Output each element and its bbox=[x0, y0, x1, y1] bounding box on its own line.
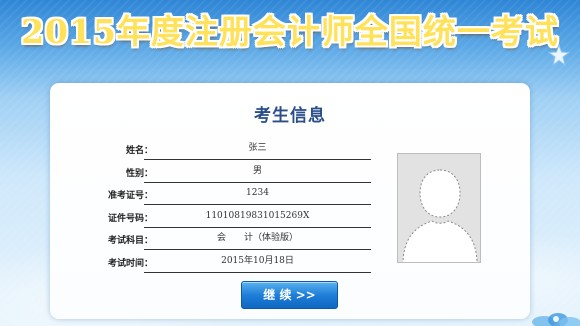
continue-button[interactable]: 继 续 >> bbox=[241, 281, 338, 309]
field-value-gender: 男 bbox=[144, 163, 371, 183]
field-value-name: 张三 bbox=[144, 140, 371, 160]
field-label: 证件号码 bbox=[107, 213, 144, 224]
field-label: 考试科目 bbox=[107, 236, 144, 246]
field-label: 姓名 bbox=[125, 146, 144, 156]
candidate-photo bbox=[397, 153, 481, 263]
decorative-flower-icon bbox=[532, 313, 580, 326]
field-row-id-number: 证件号码 ： 11010819831015269X bbox=[94, 208, 374, 231]
field-label: 考试时间 bbox=[107, 258, 144, 269]
field-value-exam-subject: 会 计（体验版） bbox=[144, 230, 371, 250]
field-value-id-number: 11010819831015269X bbox=[144, 208, 371, 228]
field-label: 性别 bbox=[125, 168, 144, 179]
field-value-admission-number: 1234 bbox=[144, 185, 371, 205]
user-silhouette-icon bbox=[398, 154, 480, 262]
field-row-exam-subject: 考试科目 ： 会 计（体验版） bbox=[94, 230, 374, 253]
candidate-info-table: 姓名 ： 张三 性别 ： 男 准考证号 ： 1234 证件号码 ： 110108… bbox=[94, 140, 374, 275]
candidate-info-card: 考生信息 姓名 ： 张三 性别 ： 男 准考证号 ： 1234 证件号码 ： 1… bbox=[50, 83, 530, 319]
field-row-exam-time: 考试时间 ： 2015年10月18日 bbox=[94, 253, 374, 276]
field-row-name: 姓名 ： 张三 bbox=[94, 140, 374, 163]
field-label: 准考证号 bbox=[107, 191, 144, 201]
exam-banner-title: 2015年度注册会计师全国统一考试 bbox=[0, 5, 580, 53]
decorative-star-icon bbox=[548, 44, 570, 66]
field-row-gender: 性别 ： 男 bbox=[94, 163, 374, 186]
field-row-admission-number: 准考证号 ： 1234 bbox=[94, 185, 374, 208]
field-value-exam-time: 2015年10月18日 bbox=[144, 253, 371, 273]
card-title: 考生信息 bbox=[254, 106, 326, 126]
